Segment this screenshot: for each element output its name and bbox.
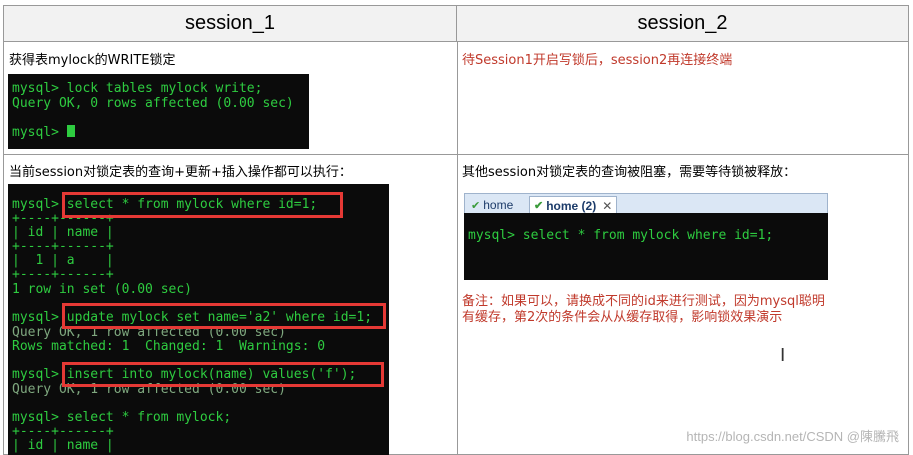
terminal-lock-write: mysql> lock tables mylock write; Query O… [8, 74, 309, 149]
terminal-tab-bar: ✔ home ✔ home (2) ✕ [464, 193, 828, 214]
terminal-line: Query OK, 0 rows affected (0.00 sec) [12, 96, 294, 111]
row-divider [4, 154, 908, 155]
highlight-insert [62, 362, 384, 387]
close-icon[interactable]: ✕ [602, 199, 612, 213]
text-cursor [66, 125, 75, 137]
terminal-line: 1 row in set (0.00 sec) [12, 282, 193, 297]
terminal-line: | id | name | [12, 438, 114, 453]
watermark: https://blog.csdn.net/CSDN @陳騰飛 [686, 429, 899, 444]
terminal-session2-query: mysql> select * from mylock where id=1; [464, 213, 828, 280]
tab-home-2[interactable]: ✔ home (2) ✕ [529, 196, 618, 214]
terminal-line: | id | name | [12, 225, 114, 240]
terminal-prompt-line: mysql> [12, 125, 75, 140]
terminal-line: | 1 | a | [12, 253, 114, 268]
terminal-line: +----+------+ [12, 424, 114, 439]
note-line-2: 有缓存，第2次的条件会从从缓存取得，影响锁效果演示 [462, 310, 783, 325]
header-session-1: session_1 [4, 6, 457, 42]
highlight-update [62, 303, 386, 329]
check-icon: ✔ [534, 200, 544, 212]
column-divider [457, 42, 458, 454]
terminal-line: Rows matched: 1 Changed: 1 Warnings: 0 [12, 339, 326, 354]
row1-right-caption: 待Session1开启写锁后，session2再连接终端 [462, 53, 733, 68]
highlight-select [62, 192, 343, 218]
terminal-prompt: mysql> [12, 125, 67, 140]
row2-right-caption: 其他session对锁定表的查询被阻塞，需要等待锁被释放： [462, 165, 797, 180]
tab-label: home (2) [546, 198, 597, 213]
terminal-line: mysql> lock tables mylock write; [12, 81, 263, 96]
terminal-line: mysql> select * from mylock where id=1; [468, 228, 774, 243]
terminal-line: +----+------+ [12, 239, 114, 254]
row1-left-caption: 获得表mylock的WRITE锁定 [9, 53, 176, 68]
header-session-2: session_2 [457, 6, 908, 42]
check-icon: ✔ [471, 199, 481, 212]
tab-label: home [483, 198, 514, 212]
row2-left-caption: 当前session对锁定表的查询+更新+插入操作都可以执行： [9, 165, 352, 180]
tab-home[interactable]: ✔ home [471, 196, 513, 214]
terminal-line: mysql> select * from mylock; [12, 410, 232, 425]
terminal-line: +----+------+ [12, 267, 114, 282]
text-cursor-ibeam-icon: I [780, 345, 786, 366]
